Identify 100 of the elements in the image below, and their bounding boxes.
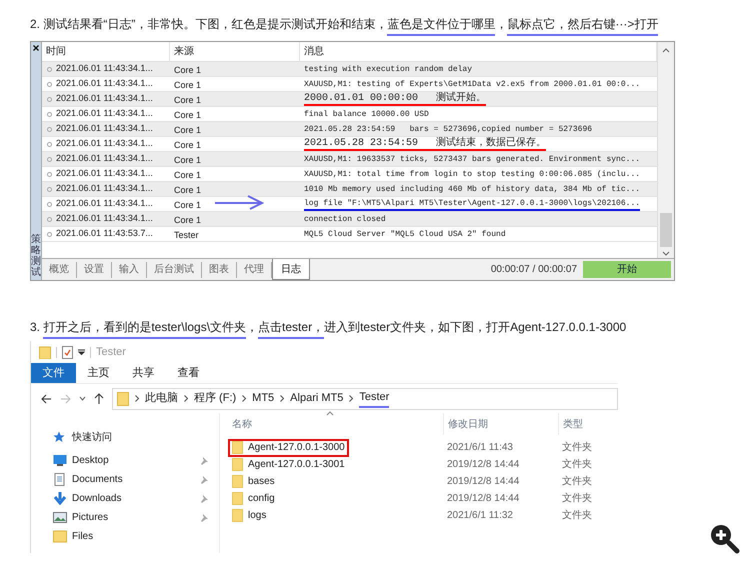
scrollbar[interactable] xyxy=(657,42,674,258)
folder-icon xyxy=(232,475,243,488)
column-header[interactable]: 名称 xyxy=(228,416,443,432)
table-cell-text: 2021.06.01 11:43:34.1... xyxy=(56,122,153,136)
file-name[interactable]: config xyxy=(248,491,275,506)
table-cell-text: 2021.06.01 11:43:34.1... xyxy=(56,62,153,76)
table-cell: 2021/6/1 11:43 xyxy=(447,442,513,453)
back-arrow-icon[interactable] xyxy=(41,394,52,404)
table-cell: Core 1 xyxy=(174,215,202,225)
chevron-right-icon[interactable] xyxy=(349,395,354,402)
table-cell: 文件夹 xyxy=(562,459,592,470)
table-cell: 文件夹 xyxy=(562,510,592,521)
chevron-right-icon[interactable] xyxy=(135,395,139,402)
table-cell-text: 2021.06.01 11:43:34.1... xyxy=(56,167,153,180)
tab[interactable]: 后台测试 xyxy=(147,262,202,278)
ribbon-tab[interactable]: 主页 xyxy=(76,363,121,383)
sort-caret-icon[interactable] xyxy=(326,411,334,416)
column-header[interactable]: 时间 xyxy=(42,42,170,61)
table-cell-text: 2021.06.01 11:43:34.1... xyxy=(56,92,153,106)
column-header[interactable]: 修改日期 xyxy=(443,413,558,435)
file-name[interactable]: Agent-127.0.0.1-3001 xyxy=(248,457,345,472)
table-cell-text: 2021.06.01 11:43:34.1... xyxy=(56,107,153,120)
window-title: Tester xyxy=(96,344,126,360)
address-bar[interactable]: 此电脑 程序 (F:) MT5 Alpari MT5 Tester xyxy=(112,388,618,410)
nav-item[interactable]: Documents xyxy=(72,472,200,486)
zoom-in-icon[interactable] xyxy=(708,522,740,554)
chevron-right-icon[interactable] xyxy=(280,395,284,402)
table-cell: 2021/6/1 11:32 xyxy=(447,510,513,521)
table-cell-text: 2021.06.01 11:43:34.1... xyxy=(56,182,153,196)
tab[interactable]: 概览 xyxy=(42,262,77,278)
chevron-right-icon[interactable] xyxy=(184,395,188,402)
folder-icon xyxy=(53,530,67,542)
instruction-text: 3. 打开之后，看到的是tester\logs\文件夹，点击tester，进入到tester文件夹，如下图，打开Agent-127.0.0.1-3000 xyxy=(30,318,750,336)
table-cell: Core 1 xyxy=(174,170,202,180)
nav-item[interactable]: Desktop xyxy=(72,454,200,466)
table-cell-text: 2021.06.01 11:43:34.1... xyxy=(56,152,153,166)
table-cell: 2021.05.28 23:54:59 bars = 5273696,copied number = 5273696 xyxy=(304,124,592,134)
table-cell: Core 1 xyxy=(174,155,202,165)
table-cell: XAUUSD,M1: testing of Experts\GetM1Data v2.ex5 from 2000.01.01 00:0... xyxy=(304,78,640,90)
table-cell: 文件夹 xyxy=(562,442,592,453)
close-icon[interactable] xyxy=(33,45,39,51)
folder-icon xyxy=(117,392,129,406)
nav-item[interactable]: 快速访问 xyxy=(72,430,209,444)
scroll-up-icon[interactable] xyxy=(662,48,670,53)
folder-icon xyxy=(232,441,243,454)
monitor-icon xyxy=(53,454,67,466)
path-segment[interactable]: 此电脑 xyxy=(145,390,178,407)
dropdown-icon[interactable] xyxy=(78,349,85,355)
table-cell: Core 1 xyxy=(174,110,202,120)
table-cell: Core 1 xyxy=(174,200,202,210)
table-cell: log file "F:\MT5\Alpari MT5\Tester\Agent-127.0.0.1-3000\logs\202106... xyxy=(304,198,640,208)
table-cell: Core 1 xyxy=(174,65,202,75)
nav-item[interactable]: Pictures xyxy=(72,510,200,524)
path-segment[interactable]: Tester xyxy=(359,388,390,408)
column-header[interactable]: 来源 xyxy=(170,42,300,61)
folder-icon xyxy=(232,492,243,505)
tab[interactable]: 输入 xyxy=(112,262,147,278)
file-name[interactable]: Agent-127.0.0.1-3000 xyxy=(248,440,345,455)
table-cell-text: 2021.06.01 11:43:34.1... xyxy=(56,197,153,210)
tab[interactable]: 日志 xyxy=(272,259,310,280)
tab[interactable]: 图表 xyxy=(202,262,237,278)
table-cell: final balance 10000.00 USD xyxy=(304,108,429,120)
table-cell: 2019/12/8 14:44 xyxy=(447,493,520,504)
table-cell: Core 1 xyxy=(174,95,202,105)
chevron-right-icon[interactable] xyxy=(242,395,246,402)
table-cell-text: 2021.06.01 11:43:34.1... xyxy=(56,77,153,90)
start-button[interactable]: 开始 xyxy=(583,260,671,278)
chevron-down-icon[interactable] xyxy=(79,396,86,401)
table-cell: Core 1 xyxy=(174,185,202,195)
side-label: 策略测试 xyxy=(31,234,41,278)
path-segment[interactable]: Alpari MT5 xyxy=(290,390,344,407)
table-cell: Tester xyxy=(174,230,199,240)
table-cell: connection closed xyxy=(304,214,386,224)
nav-item[interactable]: Files xyxy=(72,530,209,542)
folder-icon xyxy=(232,509,243,522)
table-cell-text: 2021.06.01 11:43:34.1... xyxy=(56,212,153,226)
scroll-thumb[interactable] xyxy=(660,213,672,247)
table-cell-text: 2021.06.01 11:43:53.7... xyxy=(56,227,153,240)
table-cell: XAUUSD,M1: total time from login to stop testing 0:00:06.085 (inclu... xyxy=(304,168,640,180)
file-name[interactable]: logs xyxy=(248,508,266,523)
nav-item[interactable]: Downloads xyxy=(72,492,200,504)
file-name[interactable]: bases xyxy=(248,474,275,489)
picture-icon xyxy=(53,510,67,524)
document-icon xyxy=(53,472,67,486)
table-cell: testing with execution random delay xyxy=(304,64,472,74)
table-cell: MQL5 Cloud Server "MQL5 Cloud USA 2" found xyxy=(304,228,506,240)
table-cell: 2019/12/8 14:44 xyxy=(447,476,520,487)
ribbon-tab[interactable]: 共享 xyxy=(121,363,166,383)
elapsed-time: 00:00:07 / 00:00:07 xyxy=(490,262,577,276)
up-arrow-icon[interactable] xyxy=(94,393,104,404)
path-segment[interactable]: 程序 (F:) xyxy=(194,390,236,407)
table-cell: Core 1 xyxy=(174,125,202,135)
scroll-down-icon[interactable] xyxy=(662,251,670,256)
tab[interactable]: 设置 xyxy=(77,262,112,278)
path-segment[interactable]: MT5 xyxy=(252,390,274,407)
table-cell: 1010 Mb memory used including 460 Mb of history data, 384 Mb of tic... xyxy=(304,184,640,194)
column-header[interactable]: 类型 xyxy=(558,413,618,435)
ribbon-tab[interactable]: 文件 xyxy=(31,363,76,383)
checklist-icon[interactable] xyxy=(62,346,73,358)
ribbon-tab[interactable]: 查看 xyxy=(166,363,211,383)
